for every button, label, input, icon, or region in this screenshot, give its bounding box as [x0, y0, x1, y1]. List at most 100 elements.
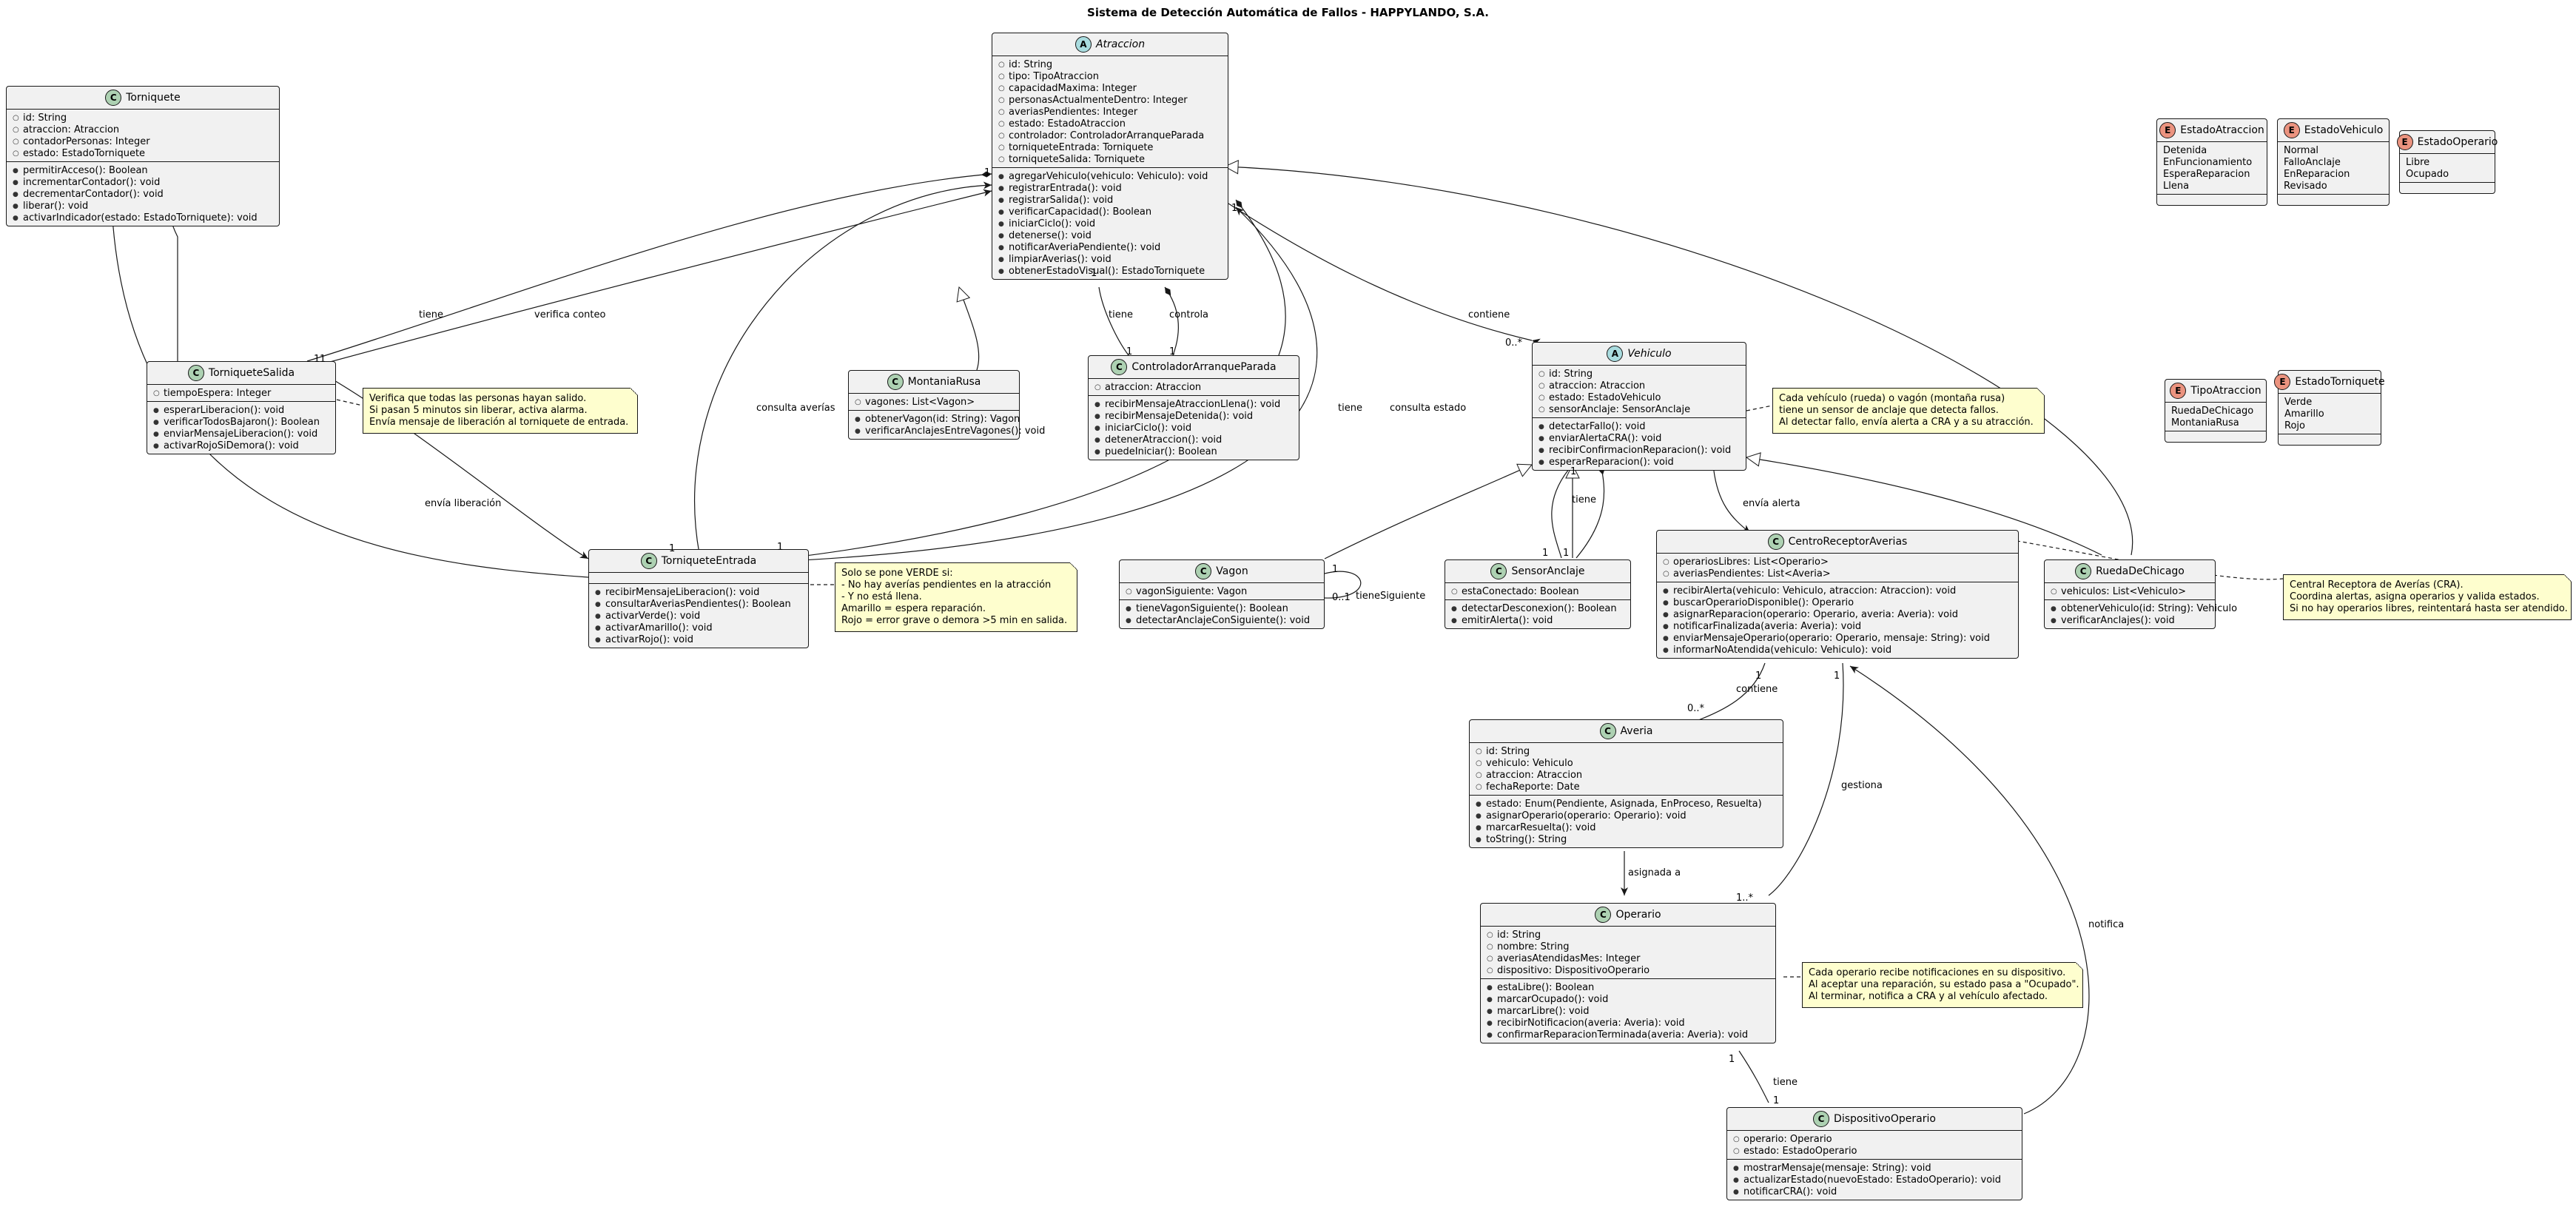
- public-field-icon: [1538, 370, 1549, 378]
- public-field-icon: [1538, 394, 1549, 402]
- public-method-icon: [1538, 434, 1549, 443]
- field-row: vagones: List<Vagon>: [855, 396, 1013, 408]
- note-vehiculo: Cada vehículo (rueda) o vagón (montaña r…: [1772, 388, 2045, 434]
- member-text: detenerse(): void: [1009, 229, 1092, 241]
- enum-icon: E: [2396, 134, 2413, 150]
- class-header: E EstadoOperario: [2396, 131, 2498, 154]
- class-name: Vehiculo: [1627, 348, 1672, 360]
- class-estado-torniquete[interactable]: E EstadoTorniquete Verde Amarillo Rojo: [2274, 370, 2385, 446]
- method-row: puedeIniciar(): Boolean: [1094, 446, 1293, 457]
- member-text: EnFuncionamiento: [2163, 156, 2253, 168]
- edge-label-envia-alerta: envía alerta: [1743, 498, 1800, 509]
- public-method-icon: [2051, 616, 2061, 625]
- class-sensor-anclaje[interactable]: C SensorAnclaje estaConectado: Boolean dete…: [1445, 559, 1631, 629]
- multiplicity: 1: [1570, 466, 1577, 477]
- class-controlador-arranque-parada[interactable]: CControladorArranqueParada atraccion: Atr…: [1088, 355, 1299, 460]
- member-text: RuedaDeChicago: [2171, 405, 2254, 417]
- public-method-icon: [998, 232, 1009, 240]
- member-text: marcarResuelta(): void: [1486, 821, 1596, 833]
- member-text: id: String: [1497, 929, 1541, 941]
- note-line: Al aceptar una reparación, su estado pas…: [1809, 979, 2079, 990]
- public-method-icon: [855, 427, 865, 435]
- class-rueda-de-chicago[interactable]: C RuedaDeChicago vehiculos: List<Vehiculo>…: [2044, 559, 2237, 629]
- enum-value: Rojo: [2284, 420, 2375, 431]
- multiplicity: 1: [1834, 670, 1840, 682]
- member-text: recibirAlerta(vehiculo: Vehiculo, atracc…: [1673, 585, 1957, 596]
- public-method-icon: [1126, 605, 1136, 613]
- member-text: Verde: [2284, 396, 2313, 408]
- class-dispositivo-operario[interactable]: CDispositivoOperariooperario: Operarioes…: [1726, 1107, 2022, 1200]
- method-row: detectarFallo(): void: [1538, 420, 1740, 432]
- member-text: averiasPendientes: Integer: [1009, 106, 1138, 118]
- method-row: verificarAnclajesEntreVagones(): void: [855, 425, 1045, 437]
- edge-label-asignada-a: asignada a: [1628, 867, 1681, 878]
- field-row: estaConectado: Boolean: [1451, 585, 1624, 597]
- public-field-icon: [998, 144, 1009, 152]
- method-row: iniciarCiclo(): void: [1094, 422, 1293, 434]
- class-vehiculo[interactable]: AVehiculoid: Stringatraccion: Atraccione…: [1532, 342, 1746, 471]
- public-method-icon: [13, 202, 23, 210]
- field-row: operario: Operario: [1733, 1133, 2016, 1145]
- enum-value: Libre: [2406, 156, 2489, 168]
- enum-value: EnFuncionamiento: [2163, 156, 2261, 168]
- member-text: estado: Enum(Pendiente, Asignada, EnProc…: [1486, 798, 1762, 810]
- member-text: recibirMensajeDetenida(): void: [1105, 410, 1254, 422]
- multiplicity: 1: [777, 542, 784, 553]
- class-header: E EstadoAtraccion: [2157, 119, 2267, 142]
- class-name: MontaniaRusa: [907, 376, 981, 388]
- public-method-icon: [153, 406, 164, 414]
- public-method-icon: [1476, 812, 1486, 820]
- fields-section: tiempoEspera: Integer: [147, 385, 335, 402]
- public-field-icon: [1538, 406, 1549, 414]
- member-text: obtenerVehiculo(id: String): Vehiculo: [2061, 602, 2238, 614]
- method-row: asignarOperario(operario: Operario): voi…: [1476, 810, 1777, 821]
- class-centro-receptor-averias[interactable]: C CentroReceptorAverias operariosLibres: L…: [1656, 530, 2019, 659]
- member-text: activarAmarillo(): void: [605, 622, 713, 633]
- member-text: dispositivo: DispositivoOperario: [1497, 964, 1650, 976]
- member-text: buscarOperarioDisponible(): Operario: [1673, 596, 1854, 608]
- public-method-icon: [1451, 616, 1462, 625]
- class-estado-atraccion[interactable]: E EstadoAtraccion Detenida EnFuncionamiento…: [2156, 118, 2267, 206]
- class-montania-rusa[interactable]: CMontaniaRusa vagones: List<Vagon> obtener…: [848, 370, 1045, 440]
- method-row: verificarCapacidad(): Boolean: [998, 206, 1222, 218]
- class-estado-vehiculo[interactable]: E EstadoVehiculo Normal FalloAnclaje EnRepar…: [2277, 118, 2390, 206]
- public-method-icon: [1538, 446, 1549, 454]
- field-row: id: String: [998, 58, 1222, 70]
- multiplicity: 1..*: [1736, 893, 1754, 904]
- class-averia[interactable]: C Averia id: Stringvehiculo: Vehiculoatrac…: [1469, 719, 1783, 848]
- class-icon: C: [1490, 563, 1507, 579]
- class-torniquete[interactable]: C Torniquete id: Stringatraccion: Atraccio…: [6, 86, 280, 226]
- method-row: esperarLiberacion(): void: [153, 404, 329, 416]
- class-atraccion[interactable]: AAtraccionid: Stringtipo: TipoAtraccionc…: [992, 33, 1228, 280]
- class-name: Averia: [1620, 725, 1653, 737]
- class-icon: C: [640, 553, 657, 569]
- class-tipo-atraccion[interactable]: E TipoAtraccion RuedaDeChicago MontaniaRusa: [2165, 379, 2267, 443]
- methods-section: permitirAcceso(): BooleanincrementarCont…: [7, 162, 279, 226]
- multiplicity: 0..1: [1332, 592, 1351, 603]
- method-row: recibirNotificacion(averia: Averia): voi…: [1487, 1017, 1769, 1029]
- public-field-icon: [2051, 588, 2061, 596]
- note-line: Coordina alertas, asigna operarios y val…: [2290, 591, 2540, 602]
- class-torniquete-salida[interactable]: C TorniqueteSalida tiempoEspera: Integer es…: [147, 361, 336, 454]
- member-text: torniqueteSalida: Torniquete: [1009, 153, 1146, 165]
- class-operario[interactable]: COperarioid: Stringnombre: Stringaverias…: [1480, 903, 1776, 1043]
- member-text: toString(): String: [1486, 833, 1567, 845]
- abstract-class-icon: A: [1075, 36, 1092, 53]
- values-section: RuedaDeChicago MontaniaRusa: [2165, 403, 2266, 431]
- note-line: Al terminar, notifica a CRA y al vehícul…: [1809, 991, 2048, 1002]
- public-method-icon: [1094, 448, 1105, 456]
- member-text: confirmarReparacionTerminada(averia: Ave…: [1497, 1029, 1749, 1041]
- member-text: obtenerVagon(id: String): Vagon: [865, 413, 1020, 425]
- class-icon: C: [1599, 723, 1616, 739]
- class-header: C CentroReceptorAverias: [1657, 531, 2018, 554]
- class-torniquete-entrada[interactable]: C TorniqueteEntrada recibirMensajeLiberaci…: [588, 549, 809, 648]
- method-row: recibirMensajeDetenida(): void: [1094, 410, 1293, 422]
- field-row: capacidadMaxima: Integer: [998, 82, 1222, 94]
- class-estado-operario[interactable]: E EstadoOperario Libre Ocupado: [2396, 130, 2498, 194]
- class-vagon[interactable]: C Vagon vagonSiguiente: Vagon tieneVagonSig…: [1119, 559, 1325, 629]
- method-row: activarIndicador(estado: EstadoTorniquet…: [13, 212, 273, 223]
- multiplicity: 1: [1563, 548, 1570, 559]
- class-name: TorniqueteEntrada: [661, 555, 757, 567]
- edge-label-tiene: tiene: [1338, 403, 1362, 414]
- class-name: RuedaDeChicago: [2096, 565, 2185, 577]
